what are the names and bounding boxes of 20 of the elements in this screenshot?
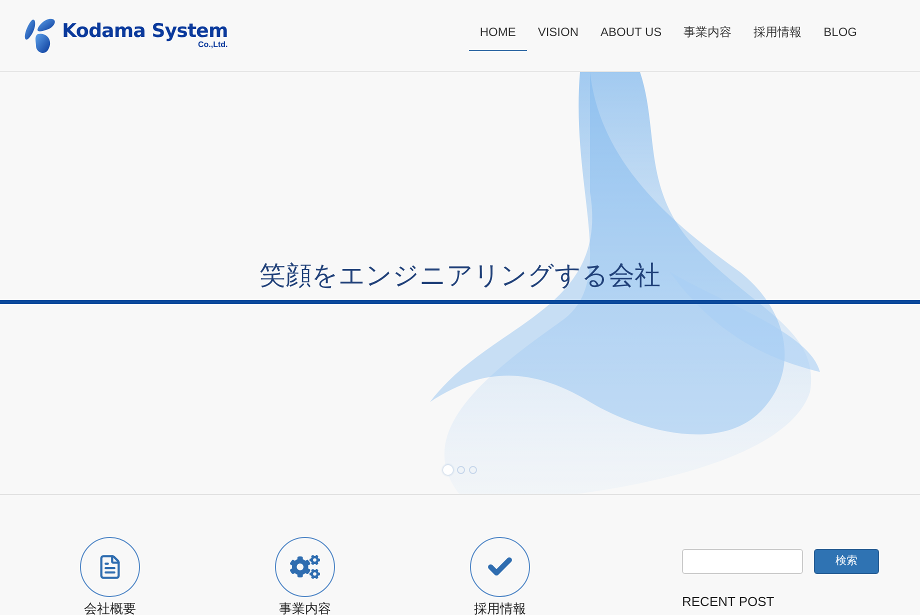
search-field[interactable] [682, 549, 803, 574]
gears-icon [290, 552, 320, 582]
logo-icon [24, 18, 58, 54]
slide-indicator[interactable] [469, 466, 477, 474]
nav-link[interactable]: VISION [526, 20, 590, 50]
slide-indicator[interactable] [443, 465, 453, 475]
search-button[interactable]: 検索 [814, 549, 879, 574]
logo-suffix: Co.,Ltd. [198, 41, 228, 49]
hero-headline: 笑顔をエンジニアリングする会社 [260, 260, 660, 293]
slide-indicator[interactable] [457, 466, 465, 474]
feature-label: 事業内容 [279, 601, 331, 615]
logo-wordmark: Kodama System [62, 22, 228, 41]
nav-link[interactable]: 事業内容 [672, 20, 743, 50]
nav-link[interactable]: 採用情報 [742, 20, 813, 50]
feature-label: 会社概要 [84, 601, 136, 615]
recent-post-heading: RECENT POST [682, 594, 776, 609]
nav-link[interactable]: HOME [468, 20, 527, 50]
feature-label: 採用情報 [474, 601, 526, 615]
nav-link[interactable]: ABOUT US [590, 20, 673, 50]
nav-link[interactable]: BLOG [812, 20, 868, 50]
